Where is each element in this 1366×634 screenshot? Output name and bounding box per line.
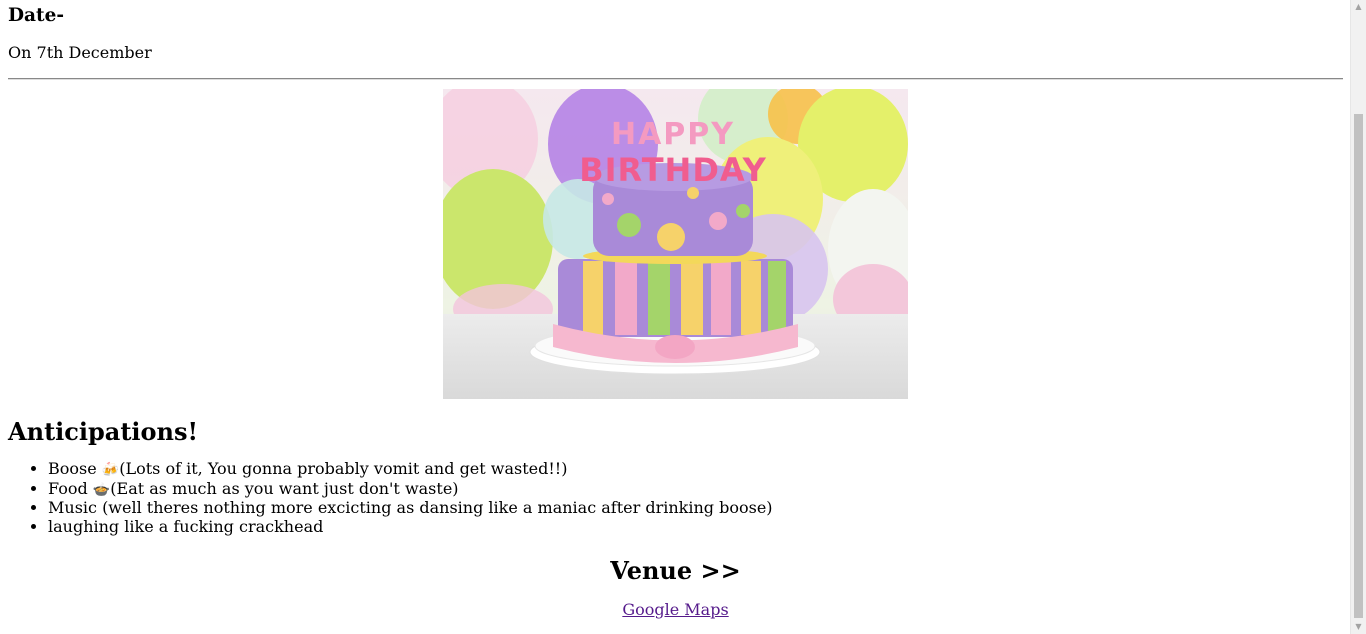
list-item: laughing like a fucking crackhead	[48, 516, 1343, 537]
anticipations-heading: Anticipations!	[8, 417, 199, 446]
beer-mugs-icon: 🍻	[101, 462, 120, 478]
list-item-note: (Eat as much as you want just don't wast…	[110, 478, 459, 498]
svg-text:BIRTHDAY: BIRTHDAY	[579, 151, 767, 189]
list-item-label: laughing like a fucking crackhead	[48, 516, 324, 536]
list-item-label: Food	[48, 478, 93, 498]
anticipations-list: Boose 🍻(Lots of it, You gonna probably v…	[8, 459, 1343, 537]
food-pot-icon: 🍲	[92, 481, 111, 498]
divider	[8, 78, 1343, 80]
list-item: Music (well theres nothing more excictin…	[48, 498, 1343, 518]
svg-text:HAPPY: HAPPY	[611, 117, 735, 152]
scrollbar-thumb[interactable]	[1354, 114, 1363, 618]
scroll-down-arrow-icon[interactable]: ▼	[1351, 620, 1366, 634]
date-heading: Date-	[8, 5, 65, 26]
date-text: On 7th December	[8, 43, 152, 62]
list-item-note: (Lots of it, You gonna probably vomit an…	[119, 459, 568, 478]
birthday-cake-image: HAPPY BIRTHDAY	[443, 89, 908, 399]
list-item-label: Boose	[48, 459, 102, 478]
google-maps-link[interactable]: Google Maps	[8, 600, 1343, 620]
list-item-label: Music (well theres nothing more excictin…	[48, 498, 773, 517]
scroll-up-arrow-icon[interactable]: ▲	[1351, 0, 1366, 14]
birthday-cake-image-container: HAPPY BIRTHDAY	[8, 89, 1343, 399]
vertical-scrollbar[interactable]: ▲ ▼	[1350, 0, 1366, 634]
venue-heading: Venue >>	[610, 556, 741, 585]
list-item: Food 🍲(Eat as much as you want just don'…	[48, 478, 1343, 500]
list-item: Boose 🍻(Lots of it, You gonna probably v…	[48, 459, 1343, 480]
page-content: Date- On 7th December HAPPY BIRTHDAY Ant…	[8, 0, 1343, 620]
